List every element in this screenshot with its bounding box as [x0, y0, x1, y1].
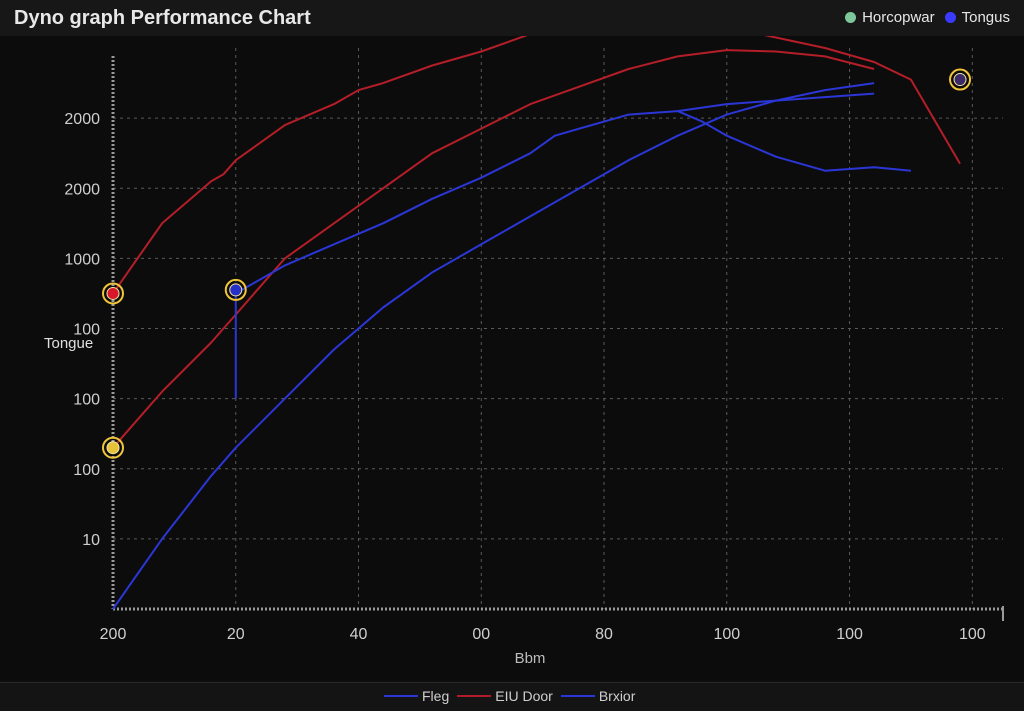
legend-top: Horcopwar Tongus: [845, 9, 1010, 26]
legend-bottom-label-1: Fleg: [422, 688, 450, 704]
dyno-chart: 200 20 40 00 80 100 100 10010100100100100020002…: [0, 11, 1024, 680]
chart-header: Dyno graph Performance Chart Horcopwar T…: [0, 0, 1024, 37]
chart-title: Dyno graph Performance Chart: [14, 7, 311, 29]
legend-bottom-item-1[interactable]: Fleg: [384, 688, 449, 704]
x-tick-label-7: 100: [959, 626, 986, 643]
legend-bottom-label-3: Brxior: [598, 688, 636, 704]
y-axis-label: Tongue: [44, 335, 93, 352]
marker-dot-2: [106, 441, 120, 455]
marker-dot-4: [953, 73, 967, 87]
x-tick-label-3: 00: [472, 626, 490, 643]
chart-background: [0, 36, 1024, 680]
x-tick-label-5: 100: [713, 626, 740, 643]
x-tick-label-1: 20: [227, 626, 245, 643]
legend-item-horsepower[interactable]: Horcopwar: [845, 9, 935, 26]
chart-footer: Fleg EIU Door Brxior: [0, 682, 1024, 711]
legend-bottom-swatch-2-icon: [457, 695, 492, 697]
legend-dot-horsepower-icon: [845, 12, 857, 23]
y-tick-label-1: 100: [73, 462, 100, 479]
legend-label-horsepower: Horcopwar: [862, 9, 935, 26]
legend-bottom-item-3[interactable]: Brxior: [560, 688, 636, 704]
plot-area: 200 20 40 00 80 100 100 100 10 100 100 100 1000 2000 2…: [0, 11, 1024, 680]
legend-item-torque[interactable]: Tongus: [944, 9, 1010, 26]
y-tick-label-2: 100: [73, 392, 100, 409]
legend-bottom: Fleg EIU Door Brxior: [384, 688, 635, 704]
y-tick-label-4: 1000: [64, 251, 100, 268]
x-tick-label-6: 100: [836, 626, 863, 643]
legend-bottom-label-2: EIU Door: [495, 688, 553, 704]
legend-bottom-swatch-3-icon: [560, 695, 595, 697]
legend-bottom-swatch-1-icon: [384, 695, 418, 697]
x-axis-label: Bbm: [515, 650, 546, 667]
y-tick-label-6: 2000: [64, 111, 100, 128]
marker-dot-3: [229, 283, 243, 297]
y-tick-label-5: 2000: [64, 181, 100, 198]
y-tick-label-0: 10: [82, 532, 100, 549]
x-tick-label-2: 40: [350, 626, 368, 643]
x-tick-label-4: 80: [595, 626, 613, 643]
legend-dot-torque-icon: [944, 12, 956, 23]
x-tick-label-0: 200: [100, 626, 127, 643]
marker-dot-1: [106, 286, 120, 300]
legend-bottom-item-2[interactable]: EIU Door: [457, 688, 553, 704]
legend-label-torque: Tongus: [961, 9, 1010, 26]
